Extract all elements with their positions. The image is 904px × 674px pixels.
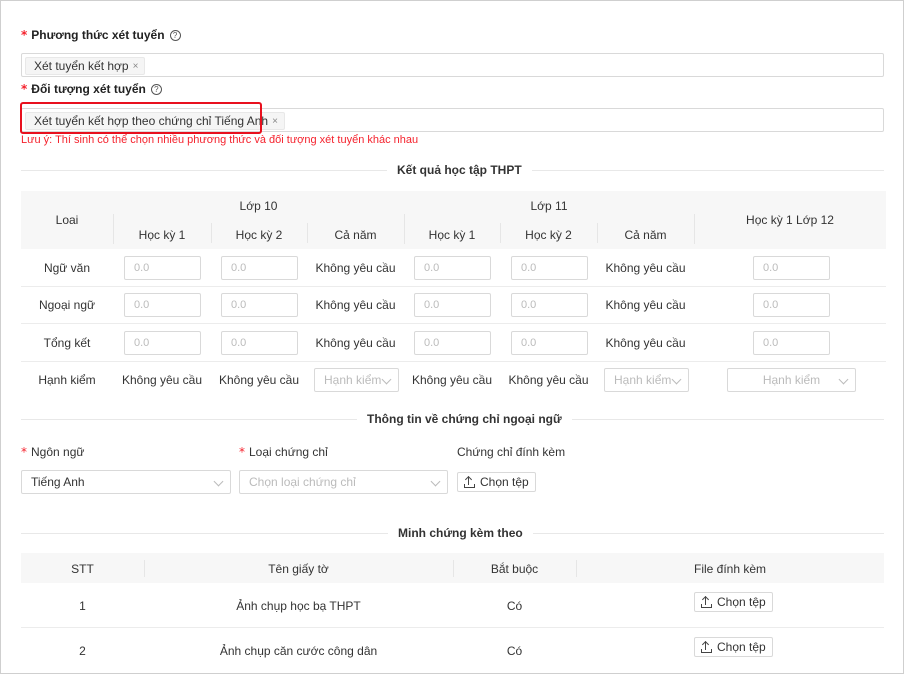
chevron-down-icon <box>671 374 682 385</box>
evidence-upload-button[interactable]: Chọn tệp <box>694 592 773 612</box>
note-text: Lưu ý: Thí sinh có thể chọn nhiều phương… <box>21 134 419 146</box>
col-file: File đính kèm <box>693 562 767 576</box>
cert-type-select[interactable]: Chọn loại chứng chỉ <box>239 470 448 494</box>
conduct-value: Không yêu cầu <box>121 373 203 387</box>
row-label: Tổng kết <box>43 336 91 350</box>
grade-input[interactable]: 0.0 <box>124 256 201 280</box>
grade-input[interactable]: 0.0 <box>511 331 588 355</box>
col-hk2-11: Học kỳ 2 <box>525 228 572 242</box>
conduct-select[interactable]: Hạnh kiểm <box>727 368 856 392</box>
row-label: Ngoại ngữ <box>38 298 96 312</box>
conduct-select[interactable]: Hạnh kiểm <box>314 368 399 392</box>
col-hk1-lop12: Học kỳ 1 Lớp 12 <box>746 213 834 227</box>
conduct-value: Không yêu cầu <box>218 373 300 387</box>
canam-value: Không yêu cầu <box>605 261 686 275</box>
grade-input[interactable]: 0.0 <box>124 331 201 355</box>
canam-value: Không yêu cầu <box>315 261 396 275</box>
col-stt: STT <box>71 562 94 576</box>
help-icon[interactable]: ? <box>150 83 162 95</box>
grade-input[interactable]: 0.0 <box>124 293 201 317</box>
help-icon[interactable]: ? <box>169 29 181 41</box>
evidence-name: Ảnh chụp học bạ THPT <box>236 599 361 613</box>
admission-form: * Phương thức xét tuyển ? Xét tuyển kết … <box>0 0 904 674</box>
conduct-value: Không yêu cầu <box>411 373 493 387</box>
evidence-stt: 2 <box>79 644 86 658</box>
col-hk1-10: Học kỳ 1 <box>138 228 186 242</box>
highlight-box <box>20 102 262 134</box>
grade-input[interactable]: 0.0 <box>753 256 830 280</box>
evidence-upload-button[interactable]: Chọn tệp <box>694 637 773 657</box>
grades-section-title: Kết quả học tập THPT <box>387 163 532 177</box>
grade-input[interactable]: 0.0 <box>753 293 830 317</box>
conduct-value: Không yêu cầu <box>508 373 589 387</box>
grade-input[interactable]: 0.0 <box>511 293 588 317</box>
col-hk1-11: Học kỳ 1 <box>428 228 476 242</box>
col-canam-10: Cả năm <box>334 228 377 242</box>
conduct-select[interactable]: Hạnh kiểm <box>604 368 689 392</box>
cert-type-label: * Loại chứng chỉ <box>239 445 328 459</box>
target-label: * Đối tượng xét tuyển ? <box>21 82 162 96</box>
upload-icon <box>464 475 475 488</box>
upload-icon <box>701 595 712 608</box>
evidence-section-title: Minh chứng kèm theo <box>388 526 533 540</box>
cert-upload-button[interactable]: Chọn tệp <box>457 472 536 492</box>
cert-section-title: Thông tin về chứng chỉ ngoại ngữ <box>357 412 572 426</box>
evidence-required: Có <box>506 644 523 658</box>
method-tag: Xét tuyển kết hợp × <box>25 57 146 75</box>
canam-value: Không yêu cầu <box>605 336 686 350</box>
col-canam-11: Cả năm <box>624 228 667 242</box>
canam-value: Không yêu cầu <box>605 298 686 312</box>
language-select[interactable]: Tiếng Anh <box>21 470 231 494</box>
col-required: Bắt buộc <box>490 562 539 576</box>
method-select[interactable]: Xét tuyển kết hợp × <box>21 53 884 77</box>
chevron-down-icon <box>430 476 441 487</box>
evidence-name: Ảnh chụp căn cước công dân <box>219 644 378 658</box>
method-label: * Phương thức xét tuyển ? <box>21 28 181 42</box>
language-label: * Ngôn ngữ <box>21 445 85 459</box>
grade-input[interactable]: 0.0 <box>414 331 491 355</box>
chevron-down-icon <box>838 374 849 385</box>
row-label: Ngữ văn <box>43 261 91 275</box>
col-doc-name: Tên giấy tờ <box>268 562 329 576</box>
attach-label: Chứng chỉ đính kèm <box>457 445 566 459</box>
grade-input[interactable]: 0.0 <box>511 256 588 280</box>
chevron-down-icon <box>213 476 224 487</box>
grade-input[interactable]: 0.0 <box>221 293 298 317</box>
col-loai: Loai <box>55 213 79 227</box>
grade-input[interactable]: 0.0 <box>221 256 298 280</box>
grade-input[interactable]: 0.0 <box>753 331 830 355</box>
col-lop11: Lớp 11 <box>530 199 568 213</box>
canam-value: Không yêu cầu <box>315 336 396 350</box>
close-icon[interactable]: × <box>272 116 278 127</box>
upload-icon <box>701 640 712 653</box>
chevron-down-icon <box>381 374 392 385</box>
row-label: Hạnh kiểm <box>38 373 96 387</box>
evidence-stt: 1 <box>79 599 86 613</box>
canam-value: Không yêu cầu <box>315 298 396 312</box>
grade-input[interactable]: 0.0 <box>414 293 491 317</box>
evidence-required: Có <box>506 599 523 613</box>
grade-input[interactable]: 0.0 <box>221 331 298 355</box>
col-lop10: Lớp 10 <box>239 199 278 213</box>
grade-input[interactable]: 0.0 <box>414 256 491 280</box>
col-hk2-10: Học kỳ 2 <box>235 228 283 242</box>
close-icon[interactable]: × <box>133 61 139 72</box>
